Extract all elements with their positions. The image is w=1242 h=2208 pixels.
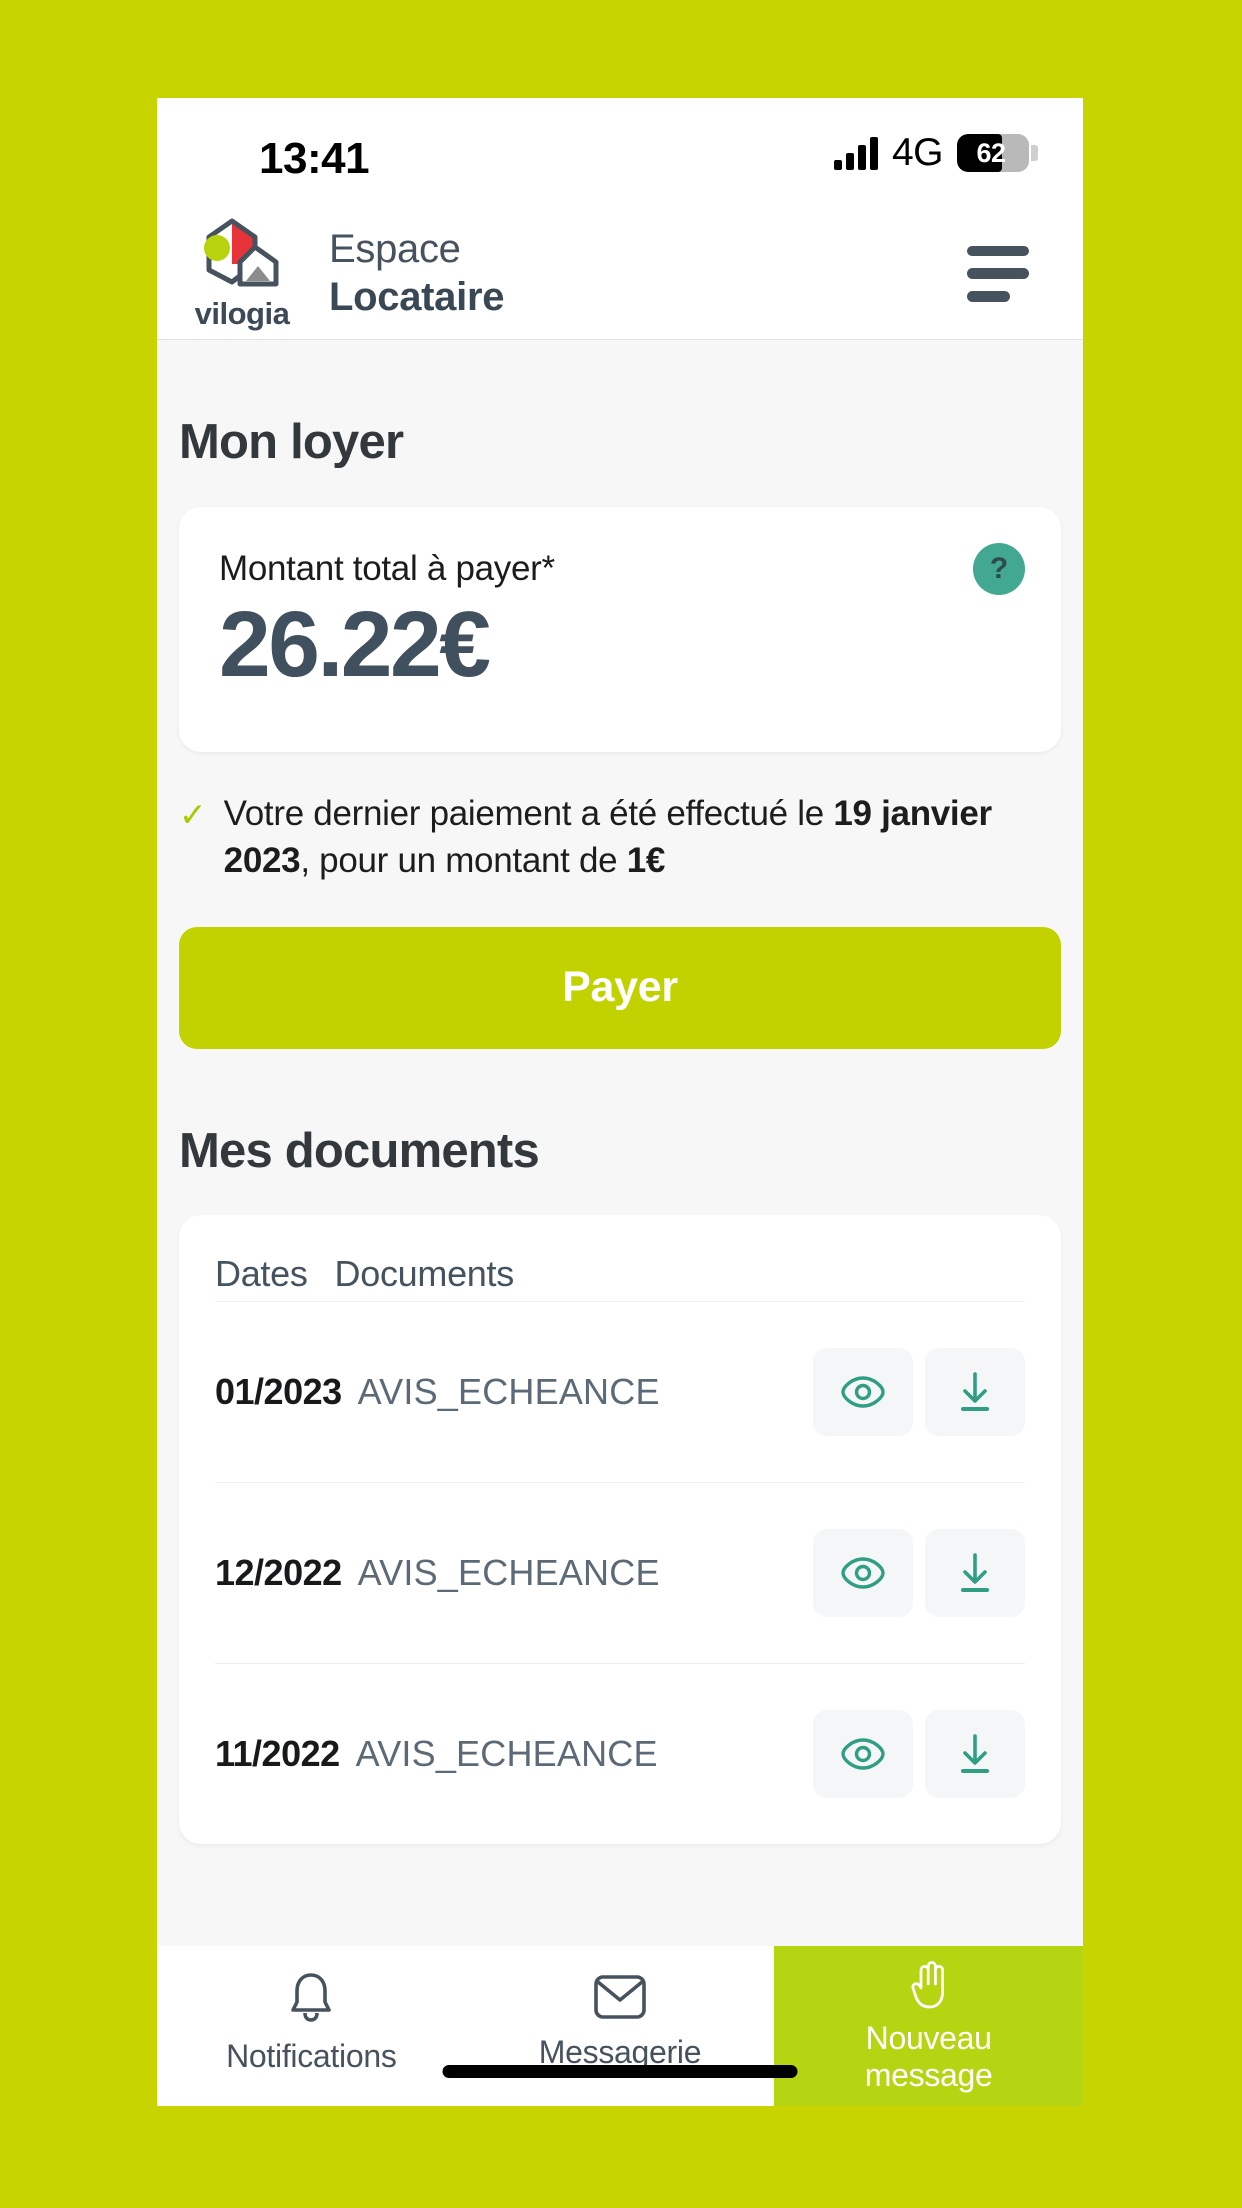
envelope-icon <box>594 1975 646 2019</box>
document-date: 01/2023 <box>215 1370 342 1412</box>
battery-percent-label: 62 <box>976 137 1006 168</box>
page-title-mon-loyer: Mon loyer <box>179 415 404 469</box>
column-header-dates: Dates <box>215 1252 308 1294</box>
download-document-button[interactable] <box>925 1347 1025 1436</box>
page-root: 13:41 4G 62 vilogia Espace Locataire Mon… <box>0 0 1242 2208</box>
table-row: 01/2023 AVIS_ECHEANCE <box>215 1300 1025 1482</box>
network-type-label: 4G <box>891 131 944 174</box>
phone-screen: 13:41 4G 62 vilogia Espace Locataire Mon… <box>157 98 1083 2106</box>
nav-label-line2: message <box>864 2057 993 2093</box>
table-row: 12/2022 AVIS_ECHEANCE <box>215 1481 1025 1663</box>
last-payment-prefix: Votre dernier paiement a été effectué le <box>223 794 834 833</box>
document-name: AVIS_ECHEANCE <box>357 1370 660 1412</box>
nav-item-notifications[interactable]: Notifications <box>157 1946 466 2106</box>
download-icon <box>961 1733 989 1773</box>
last-payment-notice: ✓ Votre dernier paiement a été effectué … <box>179 790 1061 885</box>
download-icon <box>961 1371 989 1411</box>
signal-bars-icon <box>833 136 878 170</box>
download-document-button[interactable] <box>925 1709 1025 1798</box>
vilogia-house-logo <box>204 218 279 287</box>
app-header: vilogia Espace Locataire <box>157 208 1083 340</box>
last-payment-middle: , pour un montant de <box>300 841 627 881</box>
status-bar-time: 13:41 <box>259 134 370 183</box>
nav-item-messagerie[interactable]: Messagerie <box>466 1946 775 2106</box>
vilogia-logo[interactable]: vilogia <box>177 218 307 329</box>
amount-label: Montant total à payer* <box>219 549 555 588</box>
document-date: 12/2022 <box>215 1551 342 1593</box>
eye-icon <box>841 1737 885 1770</box>
row-actions <box>813 1347 1025 1436</box>
hamburger-menu-icon[interactable] <box>967 245 1037 302</box>
view-document-button[interactable] <box>813 1528 913 1617</box>
header-title-line2: Locataire <box>329 274 505 319</box>
last-payment-amount: 1€ <box>626 841 666 881</box>
page-title-mes-documents: Mes documents <box>179 1123 540 1178</box>
nav-label-line1: Nouveau <box>865 2020 992 2057</box>
column-header-documents: Documents <box>334 1252 515 1294</box>
eye-icon <box>841 1375 885 1408</box>
header-title-line1: Espace <box>329 227 461 272</box>
row-actions <box>813 1528 1025 1617</box>
status-bar-indicators: 4G 62 <box>833 131 1038 175</box>
check-icon: ✓ <box>179 796 207 833</box>
download-icon <box>961 1552 989 1592</box>
view-document-button[interactable] <box>813 1347 913 1436</box>
bottom-navigation: Notifications Messagerie Nouveau message <box>157 1946 1083 2106</box>
home-indicator <box>442 2065 798 2078</box>
header-title: Espace Locataire <box>329 226 504 320</box>
question-mark-icon[interactable]: ? <box>973 543 1025 595</box>
document-date: 11/2022 <box>215 1732 340 1774</box>
document-name: AVIS_ECHEANCE <box>355 1732 658 1774</box>
amount-value: 26.22€ <box>219 592 491 696</box>
row-actions <box>813 1709 1025 1798</box>
view-document-button[interactable] <box>813 1709 913 1798</box>
documents-table-header: Dates Documents <box>215 1253 1025 1301</box>
pay-button[interactable]: Payer <box>179 926 1061 1049</box>
bell-icon <box>291 1973 332 2022</box>
vilogia-wordmark: vilogia <box>194 296 290 331</box>
status-bar: 13:41 4G 62 <box>157 98 1083 208</box>
last-payment-text: Votre dernier paiement a été effectué le… <box>224 790 1051 885</box>
nav-label-nouveau-message: Nouveau message <box>865 2020 993 2094</box>
raised-hand-icon <box>911 1961 944 2009</box>
main-content: Mon loyer Montant total à payer* 26.22€ … <box>157 340 1083 1946</box>
eye-icon <box>841 1556 885 1589</box>
documents-card: Dates Documents 01/2023 AVIS_ECHEANCE 12… <box>179 1214 1061 1844</box>
battery-icon: 62 <box>957 134 1038 172</box>
rent-amount-card: Montant total à payer* 26.22€ ? <box>179 507 1061 752</box>
nav-label-notifications: Notifications <box>226 2038 397 2075</box>
table-row: 11/2022 AVIS_ECHEANCE <box>215 1662 1025 1844</box>
document-name: AVIS_ECHEANCE <box>357 1551 660 1593</box>
download-document-button[interactable] <box>925 1528 1025 1617</box>
nav-item-nouveau-message[interactable]: Nouveau message <box>774 1946 1083 2106</box>
